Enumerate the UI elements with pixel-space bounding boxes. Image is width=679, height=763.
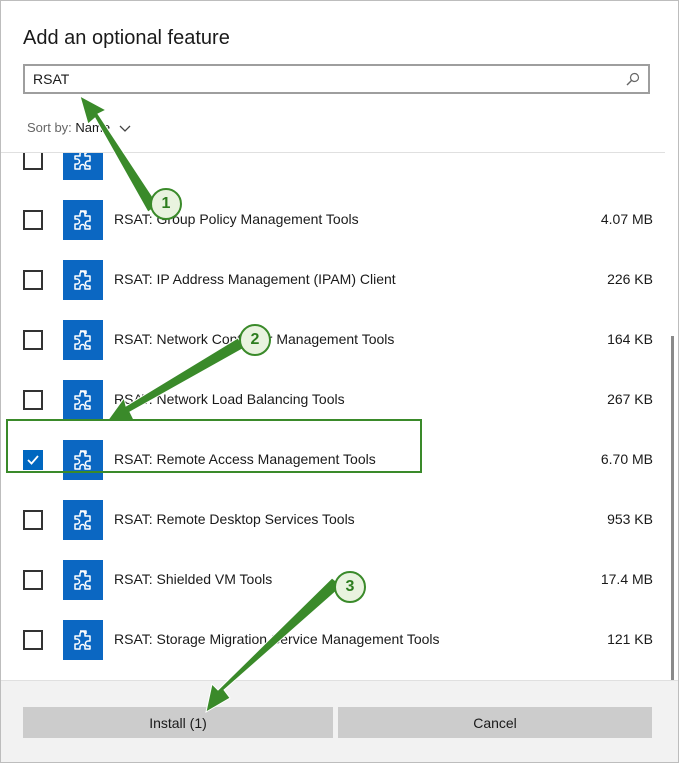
feature-checkbox[interactable]: [23, 570, 43, 590]
sort-dropdown[interactable]: Sort by: Name: [27, 120, 131, 135]
search-box[interactable]: [23, 64, 650, 94]
feature-size: 164 KB: [607, 331, 653, 347]
sort-label: Sort by:: [27, 120, 72, 135]
install-button[interactable]: Install (1): [23, 707, 333, 738]
feature-name: RSAT: IP Address Management (IPAM) Clien…: [114, 271, 396, 287]
feature-checkbox[interactable]: [23, 330, 43, 350]
feature-name: RSAT: Network Load Balancing Tools: [114, 391, 345, 407]
puzzle-piece-icon: [63, 320, 103, 360]
feature-size: 953 KB: [607, 511, 653, 527]
feature-name: RSAT: Shielded VM Tools: [114, 571, 273, 587]
feature-name: RSAT: Remote Desktop Services Tools: [114, 511, 355, 527]
step-marker-2: 2: [239, 324, 271, 356]
feature-name: RSAT: Storage Migration Service Manageme…: [114, 631, 440, 647]
list-item[interactable]: RSAT: Group Policy Management Tools 4.07 …: [1, 189, 665, 249]
step-marker-1: 1: [150, 188, 182, 220]
sort-value: Name: [75, 120, 111, 135]
feature-size: 121 KB: [607, 631, 653, 647]
search-input[interactable]: [33, 70, 613, 88]
list-item[interactable]: RSAT: IP Address Management (IPAM) Clien…: [1, 249, 665, 309]
highlight-box: [6, 419, 422, 473]
feature-checkbox[interactable]: [23, 630, 43, 650]
puzzle-piece-icon: [63, 620, 103, 660]
feature-size: 267 KB: [607, 391, 653, 407]
feature-checkbox[interactable]: [23, 270, 43, 290]
search-icon[interactable]: [626, 72, 640, 86]
feature-size: 17.4 MB: [600, 571, 653, 587]
list-item[interactable]: RSAT: Network Controller Management Tool…: [1, 309, 665, 369]
puzzle-piece-icon: [63, 560, 103, 600]
feature-checkbox[interactable]: [23, 210, 43, 230]
feature-size: 4.07 MB: [600, 211, 653, 227]
feature-checkbox[interactable]: [23, 390, 43, 410]
step-marker-3: 3: [334, 571, 366, 603]
list-item[interactable]: RSAT: Storage Migration Service Manageme…: [1, 609, 665, 669]
feature-size: 226 KB: [607, 271, 653, 287]
list-item[interactable]: RSAT: Shielded VM Tools 17.4 MB: [1, 549, 665, 609]
feature-list[interactable]: RSAT: Group Policy Management Tools 4.07 …: [1, 152, 665, 681]
scrollbar[interactable]: [671, 336, 674, 681]
puzzle-piece-icon: [63, 500, 103, 540]
feature-checkbox[interactable]: [23, 510, 43, 530]
chevron-down-icon: [119, 125, 131, 132]
feature-checkbox[interactable]: [23, 153, 43, 170]
list-item[interactable]: RSAT: Remote Desktop Services Tools 953 K…: [1, 489, 665, 549]
puzzle-piece-icon: [63, 200, 103, 240]
puzzle-piece-icon: [63, 380, 103, 420]
feature-size: 6.70 MB: [600, 451, 653, 467]
puzzle-piece-icon: [63, 260, 103, 300]
dialog-footer: Install (1) Cancel: [1, 680, 678, 762]
list-item[interactable]: [1, 153, 665, 189]
puzzle-piece-icon: [63, 153, 103, 180]
dialog-title: Add an optional feature: [23, 27, 230, 49]
feature-name: RSAT: Group Policy Management Tools: [114, 211, 359, 227]
optional-feature-dialog: Add an optional feature Sort by: Name RS…: [0, 0, 679, 763]
cancel-button[interactable]: Cancel: [338, 707, 652, 738]
